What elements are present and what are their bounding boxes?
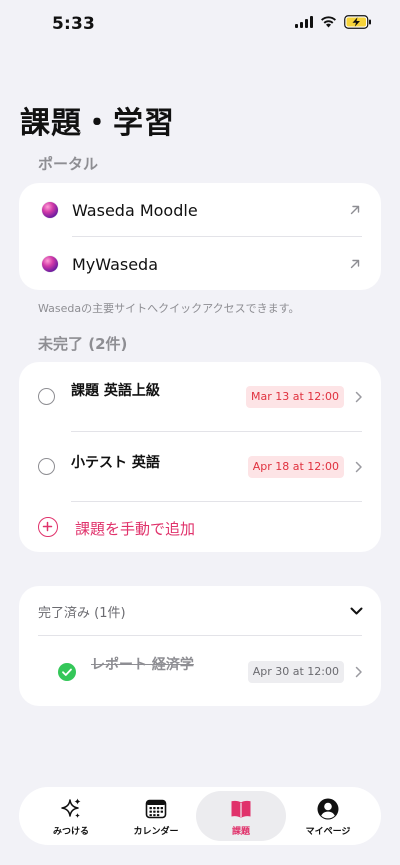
status-time: 5:33	[52, 14, 96, 34]
plus-circle-icon	[38, 517, 58, 537]
sparkles-icon	[61, 798, 81, 818]
tab-label: みつける	[52, 827, 89, 837]
due-date-badge: Mar 13 at 12:00	[246, 386, 344, 408]
portal-link-label: Waseda Moodle	[72, 200, 198, 220]
tab-assignments[interactable]: 課題	[196, 791, 286, 841]
task-title: レポート 経済学	[91, 657, 194, 673]
incomplete-section-label: 未完了 (2件)	[38, 335, 128, 353]
portal-section-label: ポータル	[38, 155, 99, 173]
portal-link-mywaseda[interactable]: MyWaseda	[19, 237, 381, 291]
tab-mypage[interactable]: マイページ	[283, 791, 373, 841]
completed-tasks-card: 完了済み (1件) レポート 経済学 Apr 30 at 12:00	[19, 586, 381, 706]
due-date-badge: Apr 30 at 12:00	[247, 661, 344, 683]
divider	[71, 501, 362, 502]
task-complete-toggle[interactable]	[38, 458, 55, 475]
completed-section-toggle[interactable]: 完了済み (1件)	[19, 586, 381, 636]
page-title: 課題・学習	[20, 106, 175, 141]
portal-link-waseda-moodle[interactable]: Waseda Moodle	[19, 183, 381, 237]
tab-calendar[interactable]: カレンダー	[111, 791, 201, 841]
chevron-down-icon	[350, 607, 363, 615]
screen: 5:33 課題・学習 ポータル Waseda Moodle MyWaseda W…	[0, 0, 400, 865]
portal-card: Waseda Moodle MyWaseda	[19, 183, 381, 290]
chevron-right-icon	[355, 391, 362, 403]
tab-label: カレンダー	[133, 827, 179, 837]
external-link-arrow-icon	[350, 259, 360, 269]
cellular-signal-icon	[295, 16, 313, 28]
completed-section-label: 完了済み (1件)	[38, 606, 126, 621]
checkmark-circle-icon[interactable]	[58, 663, 76, 681]
globe-icon	[42, 202, 58, 218]
tab-label: マイページ	[305, 827, 351, 837]
completed-task-row[interactable]: レポート 経済学 Apr 30 at 12:00	[19, 636, 381, 706]
tab-label: 課題	[231, 827, 250, 837]
globe-icon	[42, 256, 58, 272]
portal-note: Wasedaの主要サイトへクイックアクセスできます。	[38, 302, 300, 315]
incomplete-tasks-card: 課題 英語上級 Mar 13 at 12:00 小テスト 英語 Apr 18 a…	[19, 362, 381, 552]
portal-link-label: MyWaseda	[72, 254, 159, 274]
chevron-right-icon	[355, 666, 362, 678]
add-task-label: 課題を手動で追加	[75, 520, 196, 538]
wifi-icon	[321, 16, 336, 28]
external-link-arrow-icon	[350, 205, 360, 215]
task-title: 小テスト 英語	[71, 455, 160, 471]
battery-charging-icon	[344, 15, 371, 29]
add-task-manually-button[interactable]: 課題を手動で追加	[19, 508, 381, 548]
task-row[interactable]: 課題 英語上級 Mar 13 at 12:00	[19, 362, 381, 432]
task-complete-toggle[interactable]	[38, 388, 55, 405]
due-date-badge: Apr 18 at 12:00	[247, 456, 344, 478]
status-indicators	[295, 15, 372, 29]
task-title: 課題 英語上級	[71, 383, 160, 399]
chevron-right-icon	[355, 461, 362, 473]
person-circle-icon	[317, 798, 339, 820]
status-bar: 5:33	[0, 0, 400, 48]
book-icon	[231, 800, 251, 818]
task-row[interactable]: 小テスト 英語 Apr 18 at 12:00	[19, 432, 381, 502]
tab-discover[interactable]: みつける	[26, 791, 116, 841]
tab-bar: みつける カレンダー 課題 マイページ	[19, 787, 381, 845]
calendar-icon	[145, 799, 167, 819]
